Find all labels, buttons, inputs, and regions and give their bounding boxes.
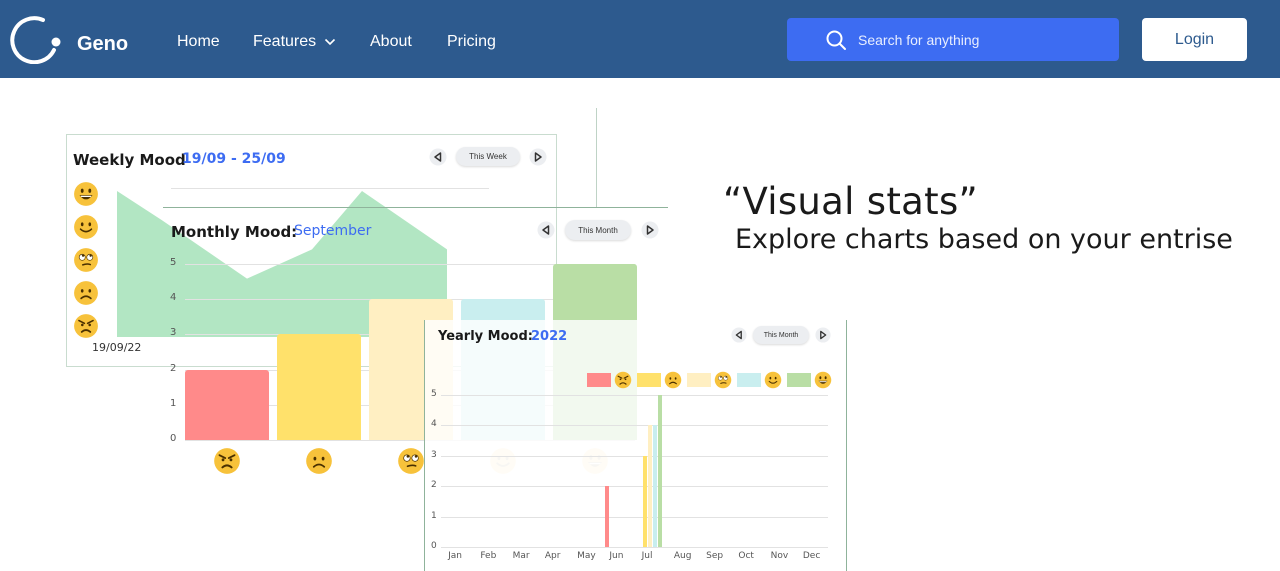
yearly-legend-swatch [787,373,811,387]
yearly-ytick-label: 0 [431,541,437,551]
monthly-month: September [294,223,372,239]
yearly-ytick-label: 1 [431,510,437,521]
yearly-bar [652,425,657,547]
angry-face-icon [614,371,632,389]
monthly-ytick-label: 1 [170,397,177,409]
yearly-ytick-label: 2 [431,480,437,491]
monthly-ytick-label: 3 [170,327,177,339]
yearly-gridline [441,395,828,396]
nav-features-label: Features [253,33,317,50]
monthly-ytick-label: 2 [170,362,177,374]
yearly-bar [647,425,652,547]
yearly-bar [657,395,662,547]
yearly-next-button[interactable] [815,327,831,343]
weekly-title: Weekly Mood [73,151,186,169]
monthly-bar [277,334,361,440]
hero-subtitle: Explore charts based on your entrise [735,224,1233,255]
navbar: Geno Home Features About Pricing Search … [0,0,1280,78]
yearly-legend-swatch [737,373,761,387]
yearly-ytick-label: 3 [431,449,437,460]
yearly-month-label: Jul [641,551,653,561]
angry-face-icon [214,448,240,474]
grinning-face-icon [814,371,832,389]
weekly-prev-button[interactable] [429,148,447,166]
yearly-gridline [441,486,828,488]
yearly-month-label: Jun [609,551,624,561]
yearly-gridline [441,547,828,548]
yearly-gridline [441,516,828,518]
yearly-month-label: Dec [802,551,821,561]
hero-title: “Visual stats” [723,180,978,223]
yearly-title: Yearly Mood: [438,329,533,344]
yearly-month-label: Jan [448,551,462,561]
yearly-bar [642,455,647,547]
yearly-month-label: Feb [480,551,497,561]
yearly-gridline [441,425,828,427]
weekly-x-label: 19/09/22 [92,341,142,354]
angry-face-icon [74,314,98,338]
chevron-down-icon [325,38,336,46]
login-button[interactable]: Login [1142,18,1247,61]
yearly-bar [605,486,610,547]
yearly-month-label: May [577,551,596,561]
weekly-range: 19/09 - 25/09 [182,151,286,167]
yearly-ytick-label: 5 [431,389,437,399]
grinning-face-icon [74,182,98,206]
search-placeholder: Search for anything [858,31,980,48]
nav-about-link[interactable]: About [370,32,412,52]
monthly-bar [185,369,269,440]
yearly-month-label: Apr [544,551,561,561]
monthly-ytick-label: 0 [170,433,177,444]
yearly-year: 2022 [531,329,568,344]
smiling-face-icon [764,371,782,389]
monthly-title: Monthly Mood: [171,223,298,241]
monthly-ytick-label: 4 [170,292,177,304]
weekly-period-pill[interactable]: This Week [456,147,520,166]
yearly-month-label: Mar [512,551,530,561]
nav-features-dropdown[interactable]: Features [253,32,336,52]
monthly-period-pill[interactable]: This Month [565,220,631,240]
yearly-legend-swatch [587,373,611,387]
weekly-next-button[interactable] [529,148,547,166]
yearly-legend-swatch [637,373,661,387]
search-bar[interactable]: Search for anything [787,18,1119,61]
nav-pricing-link[interactable]: Pricing [447,32,496,52]
divider-line [596,108,597,208]
yearly-ytick-label: 4 [431,419,437,430]
monthly-next-button[interactable] [641,221,659,239]
yearly-legend-swatch [687,373,711,387]
eye-roll-face-icon [714,371,732,389]
frowning-face-icon [74,281,98,305]
yearly-month-label: Aug [673,551,692,561]
monthly-ytick-label: 5 [170,257,177,268]
smiling-face-icon [74,215,98,239]
frowning-face-icon [306,448,332,474]
yearly-mood-card: Yearly Mood: 2022 This Month 0 1 2 3 4 5 Jan Fe… [424,320,847,571]
yearly-gridline [441,455,828,457]
yearly-month-label: Nov [770,551,789,561]
search-icon [826,30,846,50]
frowning-face-icon [664,371,682,389]
yearly-month-label: Oct [738,551,754,561]
yearly-period-pill[interactable]: This Month [753,326,809,344]
brand-name[interactable]: Geno [77,32,128,56]
nav-home-link[interactable]: Home [177,32,220,52]
eye-roll-face-icon [398,448,424,474]
geno-logo-icon[interactable] [10,14,64,64]
weekly-gridline [171,188,489,189]
yearly-month-label: Sep [706,551,724,561]
monthly-prev-button[interactable] [537,221,555,239]
eye-roll-face-icon [74,248,98,272]
yearly-prev-button[interactable] [731,327,747,343]
